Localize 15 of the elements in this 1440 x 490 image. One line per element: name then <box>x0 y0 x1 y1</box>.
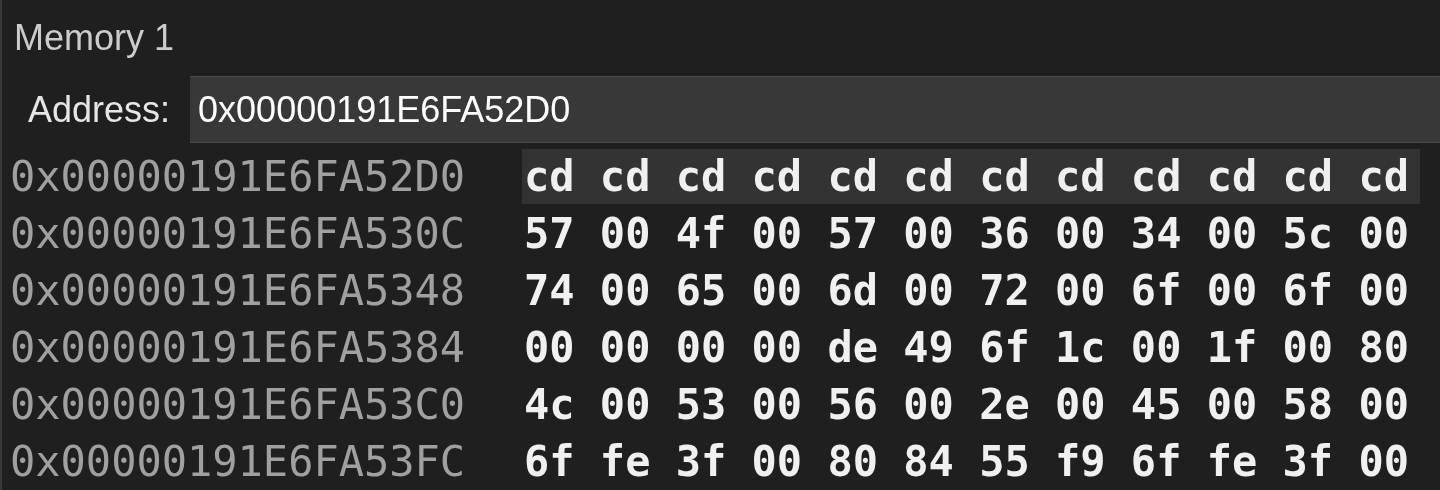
memory-address: 0x00000191E6FA5348 <box>9 265 467 317</box>
address-field[interactable]: 0x00000191E6FA52D0 <box>190 76 1440 144</box>
memory-address: 0x00000191E6FA530C <box>9 208 467 260</box>
memory-bytes[interactable]: 57 00 4f 00 57 00 36 00 34 00 5c 00 <box>522 206 1420 261</box>
memory-bytes[interactable]: cd cd cd cd cd cd cd cd cd cd cd cd <box>522 149 1420 204</box>
memory-address: 0x00000191E6FA53C0 <box>9 379 467 431</box>
memory-bytes[interactable]: 4c 00 53 00 56 00 2e 00 45 00 58 00 <box>522 377 1420 432</box>
memory-bytes[interactable]: 6f fe 3f 00 80 84 55 f9 6f fe 3f 00 <box>522 434 1420 489</box>
memory-bytes[interactable]: 00 00 00 00 de 49 6f 1c 00 1f 00 80 <box>522 320 1420 375</box>
memory-address: 0x00000191E6FA52D0 <box>9 151 467 203</box>
memory-address: 0x00000191E6FA53FC <box>9 436 467 488</box>
panel-title: Memory 1 <box>14 15 175 60</box>
memory-address: 0x00000191E6FA5384 <box>9 322 467 374</box>
memory-bytes[interactable]: 74 00 65 00 6d 00 72 00 6f 00 6f 00 <box>522 263 1420 318</box>
address-label: Address: <box>27 87 172 132</box>
